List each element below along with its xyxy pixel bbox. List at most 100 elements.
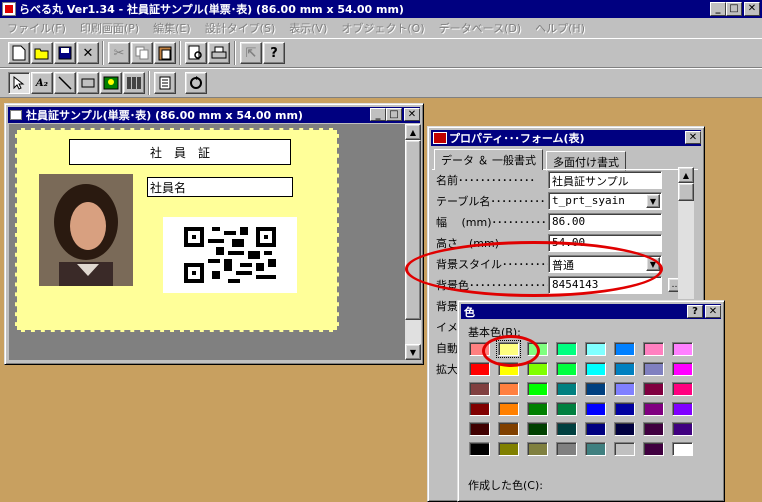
doc-maximize-button[interactable]: □	[386, 108, 402, 121]
new-file-icon[interactable]	[8, 42, 30, 64]
menu-print[interactable]: 印刷画面(P)	[73, 20, 146, 36]
prop-width-field[interactable]: 86.00	[548, 213, 662, 231]
document-window[interactable]: 社員証サンプル(単票･表) (86.00 mm x 54.00 mm) _ □ …	[4, 103, 424, 365]
rectangle-tool-icon[interactable]	[77, 72, 99, 94]
color-swatch[interactable]	[527, 402, 548, 416]
color-swatch[interactable]	[672, 442, 693, 456]
document-icon[interactable]	[10, 110, 22, 120]
menu-file[interactable]: ファイル(F)	[0, 20, 73, 36]
menu-object[interactable]: オブジェクト(O)	[334, 20, 431, 36]
color-swatch[interactable]	[643, 442, 664, 456]
color-swatch[interactable]	[643, 382, 664, 396]
color-swatch[interactable]	[672, 402, 693, 416]
color-swatch[interactable]	[614, 402, 635, 416]
minimize-button[interactable]: _	[710, 2, 726, 16]
menu-help[interactable]: ヘルプ(H)	[528, 20, 592, 36]
save-icon[interactable]	[54, 42, 76, 64]
color-swatch[interactable]	[469, 402, 490, 416]
color-swatch[interactable]	[556, 342, 577, 356]
app-icon[interactable]	[2, 2, 16, 16]
menu-database[interactable]: データベース(D)	[432, 20, 529, 36]
color-swatch[interactable]	[643, 362, 664, 376]
doc-minimize-button[interactable]: _	[370, 108, 386, 121]
color-swatch[interactable]	[614, 362, 635, 376]
color-swatch[interactable]	[498, 442, 519, 456]
color-swatch[interactable]	[527, 442, 548, 456]
color-swatch[interactable]	[556, 422, 577, 436]
scroll-thumb[interactable]	[678, 183, 694, 201]
color-swatch[interactable]	[498, 402, 519, 416]
color-swatch[interactable]	[672, 422, 693, 436]
doc-close-button[interactable]: ✕	[404, 108, 420, 121]
help-button[interactable]: ?	[687, 305, 703, 318]
document-title-bar[interactable]: 社員証サンプル(単票･表) (86.00 mm x 54.00 mm) _ □ …	[8, 107, 420, 123]
chevron-down-icon[interactable]: ▼	[646, 194, 660, 208]
color-swatch[interactable]	[643, 402, 664, 416]
color-dialog-title-bar[interactable]: 色 ? ✕	[461, 304, 721, 319]
close-button[interactable]: ✕	[744, 2, 760, 16]
properties-icon[interactable]	[154, 72, 176, 94]
tab-data-general[interactable]: データ ＆ 一般書式	[434, 149, 543, 170]
cut-icon[interactable]: ✂	[108, 42, 130, 64]
employee-name-field[interactable]: 社員名	[147, 177, 293, 197]
properties-close-button[interactable]: ✕	[685, 131, 701, 144]
color-swatch[interactable]	[527, 422, 548, 436]
design-canvas[interactable]: 社 員 証 社員名	[9, 124, 405, 360]
print-preview-icon[interactable]	[185, 42, 207, 64]
menu-edit[interactable]: 編集(E)	[146, 20, 198, 36]
prop-table-select[interactable]: t_prt_syain	[548, 192, 662, 210]
prop-name-field[interactable]: 社員証サンプル	[548, 171, 662, 189]
menu-view[interactable]: 表示(V)	[282, 20, 334, 36]
color-swatch[interactable]	[498, 422, 519, 436]
color-swatch[interactable]	[585, 422, 606, 436]
barcode-tool-icon[interactable]	[123, 72, 145, 94]
color-swatch[interactable]	[469, 362, 490, 376]
scroll-up-icon[interactable]: ▲	[678, 167, 694, 183]
color-swatch[interactable]	[556, 362, 577, 376]
menu-design-type[interactable]: 設計タイプ(S)	[198, 20, 283, 36]
employee-photo[interactable]	[39, 174, 133, 286]
color-swatch[interactable]	[614, 382, 635, 396]
close-doc-icon[interactable]: ✕	[77, 42, 99, 64]
color-swatch[interactable]	[672, 342, 693, 356]
color-dialog[interactable]: 色 ? ✕ 基本色(B): 作成した色(C):	[457, 300, 725, 502]
color-swatch[interactable]	[614, 442, 635, 456]
header-text-box[interactable]: 社 員 証	[69, 139, 291, 165]
color-swatch[interactable]	[614, 342, 635, 356]
color-swatch[interactable]	[585, 342, 606, 356]
tab-multi-layout[interactable]: 多面付け書式	[546, 151, 626, 171]
color-swatch[interactable]	[585, 382, 606, 396]
color-swatch[interactable]	[527, 382, 548, 396]
color-swatch[interactable]	[469, 442, 490, 456]
color-swatch[interactable]	[614, 422, 635, 436]
color-swatch[interactable]	[643, 422, 664, 436]
open-folder-icon[interactable]	[31, 42, 53, 64]
scroll-down-icon[interactable]: ▼	[405, 344, 421, 360]
color-swatch[interactable]	[672, 382, 693, 396]
scroll-thumb[interactable]	[405, 140, 421, 320]
color-swatch[interactable]	[498, 382, 519, 396]
whats-this-icon[interactable]: ⇱	[240, 42, 262, 64]
help-icon[interactable]: ?	[263, 42, 285, 64]
color-swatch[interactable]	[672, 362, 693, 376]
vertical-scrollbar[interactable]: ▲ ▼	[405, 124, 421, 360]
color-dialog-close-button[interactable]: ✕	[705, 305, 721, 318]
paste-icon[interactable]	[154, 42, 176, 64]
properties-scrollbar[interactable]: ▲	[678, 167, 694, 299]
color-swatch[interactable]	[556, 442, 577, 456]
text-tool-icon[interactable]: A₂	[31, 72, 53, 94]
color-swatch[interactable]	[469, 422, 490, 436]
qr-code[interactable]	[163, 217, 297, 293]
color-swatch[interactable]	[585, 402, 606, 416]
refresh-icon[interactable]	[185, 72, 207, 94]
color-swatch[interactable]	[469, 382, 490, 396]
color-swatch[interactable]	[556, 382, 577, 396]
color-swatch[interactable]	[585, 442, 606, 456]
color-swatch[interactable]	[585, 362, 606, 376]
scroll-up-icon[interactable]: ▲	[405, 124, 421, 140]
maximize-button[interactable]: □	[726, 2, 742, 16]
print-icon[interactable]	[208, 42, 230, 64]
properties-title-bar[interactable]: プロパティ･･･フォーム(表) ✕	[431, 130, 701, 146]
color-swatch[interactable]	[556, 402, 577, 416]
label-form[interactable]: 社 員 証 社員名	[15, 128, 339, 332]
